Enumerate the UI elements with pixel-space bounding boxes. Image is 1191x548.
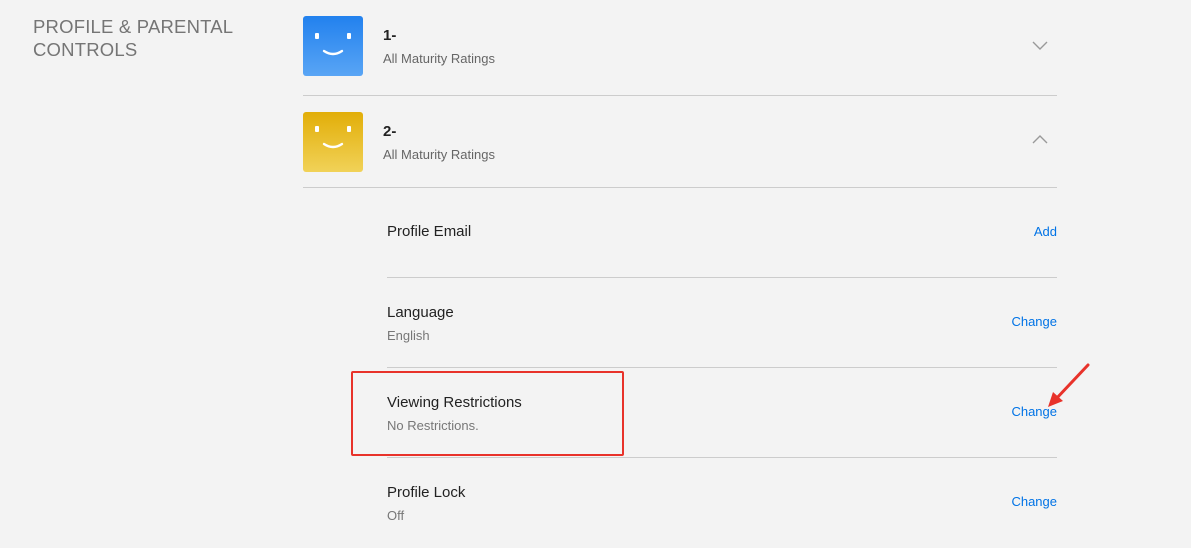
profile-lock-value: Off [387,508,405,523]
setting-row-profile-email: Profile Email Add [387,188,1057,278]
change-viewing-restrictions-link[interactable]: Change [1011,404,1057,419]
profile-name-1: 1- [383,27,397,44]
chevron-up-icon[interactable] [1031,131,1049,149]
profile-avatar-2 [303,112,363,172]
profile-lock-label: Profile Lock [387,484,466,501]
chevron-down-icon[interactable] [1031,37,1049,55]
profile-row-2[interactable]: 2- All Maturity Ratings [303,96,1057,188]
profile-name-2: 2- [383,123,397,140]
profile-rating-1: All Maturity Ratings [383,51,495,66]
language-value: English [387,328,430,343]
smiley-avatar-icon [303,112,363,172]
change-profile-lock-link[interactable]: Change [1011,494,1057,509]
setting-row-profile-lock: Profile Lock Off Change [387,458,1057,548]
language-label: Language [387,304,454,321]
viewing-restrictions-value: No Restrictions. [387,418,479,433]
change-language-link[interactable]: Change [1011,314,1057,329]
setting-row-viewing-restrictions: Viewing Restrictions No Restrictions. Ch… [387,368,1057,458]
account-page: PROFILE & PARENTAL CONTROLS 1- All Matur… [0,0,1191,548]
profile-avatar-1 [303,16,363,76]
profile-rating-2: All Maturity Ratings [383,147,495,162]
profile-row-1[interactable]: 1- All Maturity Ratings [303,0,1057,96]
viewing-restrictions-label: Viewing Restrictions [387,394,522,411]
profile-email-label: Profile Email [387,223,472,240]
add-profile-email-link[interactable]: Add [1034,224,1057,239]
profile-2-settings: Profile Email Add Language English Chang… [387,188,1057,548]
section-title: PROFILE & PARENTAL CONTROLS [33,16,233,60]
profiles-list: 1- All Maturity Ratings 2- All Maturity … [303,0,1057,188]
smiley-avatar-icon [303,16,363,76]
setting-row-language: Language English Change [387,278,1057,368]
